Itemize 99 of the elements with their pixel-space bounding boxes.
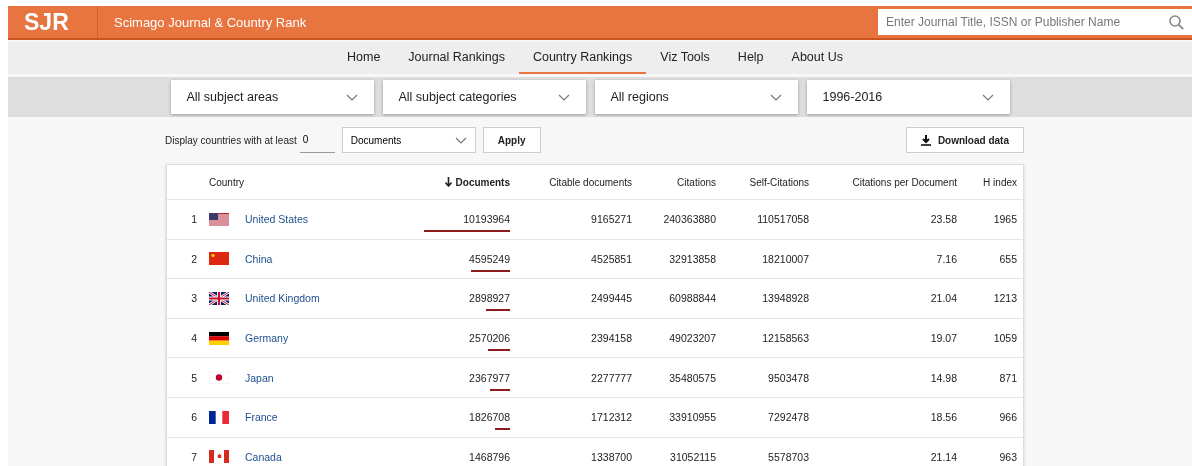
table-cell-text: 110517058	[756, 213, 809, 226]
flag-icon	[209, 212, 229, 226]
search-icon[interactable]	[1169, 14, 1184, 30]
nav-tab[interactable]: Viz Tools	[646, 42, 724, 74]
rank-cell-text: 4	[190, 332, 198, 345]
documents-bar	[495, 428, 510, 431]
table-cell-text: 1338700	[590, 450, 632, 463]
table-cell-text: 963	[998, 450, 1017, 463]
table-cell-text: 871	[998, 371, 1017, 384]
search-field[interactable]: Enter Journal Title, ISSN or Publisher Name	[878, 9, 1161, 35]
country-link[interactable]: Germany	[245, 332, 289, 345]
chevron-down-icon	[454, 136, 467, 144]
table-cell: 2570206	[469, 332, 510, 345]
table-cell: 2898927	[469, 292, 510, 305]
table-cell-text: 18210007	[761, 252, 809, 265]
rank-cell-text: 5	[190, 371, 198, 384]
table-cell-text: 49023207	[668, 332, 716, 345]
filter-dropdown[interactable]: 1996-2016	[806, 80, 1010, 114]
documents-bar	[471, 269, 510, 272]
rank-cell-text: 7	[190, 450, 198, 463]
table-cell-text: 31052115	[669, 450, 716, 463]
country-link[interactable]: France	[245, 411, 278, 424]
filter-dropdown[interactable]: All subject areas	[170, 80, 374, 114]
table-cell-text: 32913858	[668, 252, 716, 265]
table-cell-text: 21.14	[929, 450, 957, 463]
flag-icon	[209, 371, 229, 385]
nav-tab[interactable]: Help	[723, 42, 778, 74]
table-cell-text: 9165271	[590, 213, 632, 226]
filter-dropdown[interactable]: All subject categories	[382, 80, 586, 114]
country-link[interactable]: Canada	[245, 450, 282, 463]
column-header[interactable]: H index	[983, 176, 1017, 188]
documents-bar	[490, 388, 510, 391]
table-cell: 1468796	[469, 450, 510, 463]
table-cell-text: 23.58	[929, 213, 957, 226]
table-cell: 2367977	[469, 371, 510, 384]
display-filter-label: Display countries with at least	[165, 134, 297, 146]
column-header[interactable]: Citations	[677, 176, 716, 188]
rank-cell-text: 6	[190, 411, 198, 424]
download-button[interactable]: Download data	[905, 127, 1024, 153]
table-cell-text: 9503478	[767, 371, 809, 384]
table-cell-text: 1059	[992, 332, 1017, 345]
table-cell: 4595249	[469, 252, 510, 265]
nav-tab[interactable]: Journal Rankings	[394, 42, 519, 74]
flag-icon	[209, 410, 229, 424]
chevron-down-icon	[557, 93, 570, 101]
flag-icon	[209, 252, 229, 266]
chevron-down-icon	[345, 93, 358, 101]
table-cell: 1826708	[469, 411, 510, 424]
table-cell-text: 2277777	[590, 371, 632, 384]
nav-tab[interactable]: About Us	[777, 42, 857, 74]
table-cell-text: 1712312	[590, 411, 632, 424]
table-cell-text: 7292478	[767, 411, 809, 424]
apply-button[interactable]: Apply	[482, 127, 541, 153]
metric-dropdown[interactable]: Documents	[341, 127, 476, 153]
documents-bar	[488, 349, 510, 352]
rank-cell-text: 2	[190, 252, 198, 265]
chevron-down-icon	[981, 93, 994, 101]
table-cell-text: 60988844	[668, 292, 716, 305]
column-header[interactable]: Self-Citations	[749, 176, 809, 188]
table-cell-text: 7.16	[935, 252, 957, 265]
flag-icon	[209, 292, 229, 305]
flag-icon	[209, 331, 229, 345]
table-cell-text: 12158563	[761, 332, 809, 345]
chevron-down-icon	[769, 93, 782, 101]
country-link[interactable]: United Kingdom	[245, 292, 320, 305]
country-link[interactable]: China	[245, 252, 273, 265]
documents-bar	[486, 309, 510, 312]
table-cell-text: 35480575	[668, 371, 716, 384]
download-icon	[920, 134, 931, 146]
table-cell-text: 33910955	[668, 411, 716, 424]
country-link[interactable]: Japan	[245, 371, 274, 384]
table-cell-text: 655	[998, 252, 1017, 265]
table-cell-text: 2394158	[590, 332, 632, 345]
site-title: Scimago Journal & Country Rank	[114, 14, 308, 30]
table-cell-text: 5578703	[767, 450, 809, 463]
nav-tab[interactable]: Country Rankings	[518, 42, 647, 74]
minimum-field[interactable]: 0	[299, 127, 335, 153]
column-header[interactable]: Citable documents	[549, 176, 632, 188]
table-cell: 10193964	[463, 213, 510, 226]
table-cell-text: 19.07	[929, 332, 957, 345]
table-cell-text: 966	[998, 411, 1017, 424]
table-cell-text: 4525851	[590, 252, 632, 265]
table-cell-text: 240363880	[662, 213, 716, 226]
filter-dropdown[interactable]: All regions	[594, 80, 798, 114]
rank-cell-text: 1	[190, 213, 198, 226]
rank-cell-text: 3	[190, 292, 198, 305]
table-cell-text: 21.04	[929, 292, 957, 305]
column-header[interactable]: Country	[203, 176, 401, 188]
table-cell-text: 18.56	[929, 411, 957, 424]
table-cell-text: 1213	[992, 292, 1017, 305]
country-link[interactable]: United States	[245, 213, 309, 226]
table-cell-text: 1965	[992, 213, 1017, 226]
nav-tab[interactable]: Home	[333, 42, 395, 74]
table-cell-text: 2499445	[590, 292, 632, 305]
flag-icon	[209, 450, 229, 464]
column-header[interactable]: Citations per Document	[852, 176, 957, 188]
column-header[interactable]: Documents	[455, 176, 510, 188]
table-cell-text: 14.98	[929, 371, 957, 384]
table-cell-text: 13948928	[761, 292, 809, 305]
